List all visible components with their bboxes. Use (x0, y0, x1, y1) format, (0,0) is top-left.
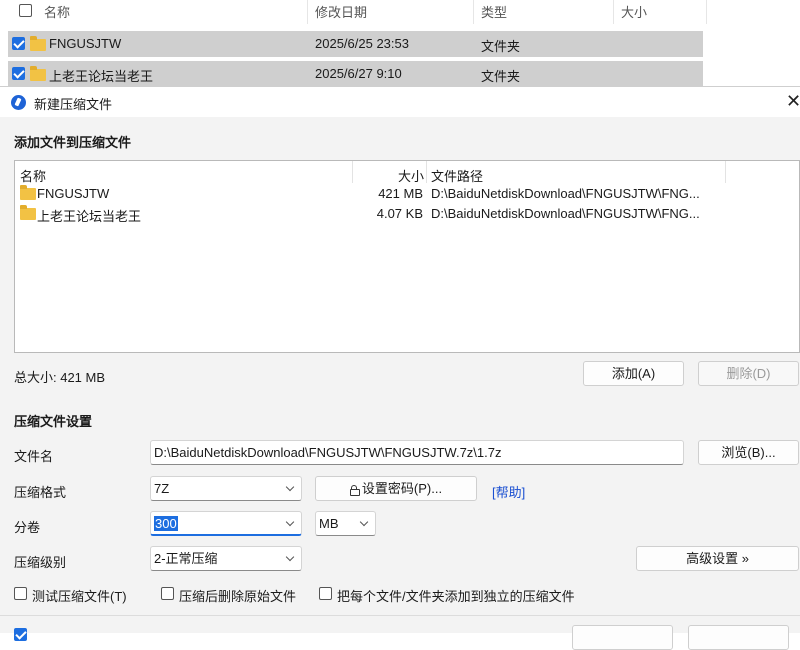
total-size-label: 总大小: 421 MB (14, 370, 106, 385)
split-size-input[interactable]: 300 (150, 511, 302, 536)
list-header-size[interactable]: 大小 (398, 166, 424, 185)
level-label: 压缩级别 (14, 555, 67, 570)
column-divider[interactable] (426, 161, 427, 183)
split-label: 分卷 (14, 520, 41, 535)
test-archive-checkbox[interactable]: 测试压缩文件(T) (14, 586, 144, 604)
explorer-row[interactable]: FNGUSJTW 2025/6/25 23:53 文件夹 (8, 31, 703, 57)
split-unit-select[interactable]: MB (315, 511, 376, 536)
list-item-size: 4.07 KB (376, 206, 423, 221)
footer-divider (0, 615, 800, 616)
select-all-checkbox[interactable] (19, 4, 32, 17)
list-header-name[interactable]: 名称 (20, 166, 46, 185)
explorer-window: 名称 修改日期 类型 大小 FNGUSJTW 2025/6/25 23:53 文… (0, 0, 800, 90)
list-item-name: FNGUSJTW (37, 186, 110, 201)
filename-field[interactable]: D:\BaiduNetdiskDownload\FNGUSJTW\FNGUSJT… (150, 440, 684, 465)
column-divider[interactable] (307, 0, 308, 24)
chevron-down-icon (359, 517, 369, 527)
row-name: 上老王论坛当老王 (49, 69, 154, 84)
explorer-column-header: 名称 修改日期 类型 大小 (0, 0, 710, 24)
archive-settings-section-title: 压缩文件设置 (14, 414, 93, 429)
row-checkbox[interactable] (12, 37, 25, 50)
column-divider[interactable] (706, 0, 707, 24)
row-checkbox[interactable] (12, 67, 25, 80)
bandizip-app-icon (11, 95, 26, 110)
separate-archives-checkbox[interactable]: 把每个文件/文件夹添加到独立的压缩文件 (319, 586, 589, 604)
set-password-button[interactable]: 设置密码(P)... (315, 476, 477, 501)
set-password-label: 设置密码(P)... (361, 481, 443, 496)
row-type: 文件夹 (481, 39, 521, 54)
column-divider[interactable] (473, 0, 474, 24)
filename-label: 文件名 (14, 449, 54, 464)
help-link[interactable]: [帮助] (492, 482, 525, 501)
chevron-down-icon (285, 517, 295, 527)
close-icon[interactable]: ✕ (786, 91, 800, 111)
level-value: 2-正常压缩 (154, 551, 218, 566)
browse-button[interactable]: 浏览(B)... (698, 440, 799, 465)
list-item-path: D:\BaiduNetdiskDownload\FNGUSJTW\FNG... (431, 186, 700, 201)
explorer-row[interactable]: 上老王论坛当老王 2025/6/27 9:10 文件夹 (8, 61, 703, 87)
column-modified[interactable]: 修改日期 (315, 2, 367, 21)
column-divider[interactable] (613, 0, 614, 24)
checkbox-box[interactable] (319, 587, 332, 600)
add-files-section-title: 添加文件到压缩文件 (14, 135, 132, 150)
lock-icon (349, 485, 360, 496)
row-name: FNGUSJTW (49, 36, 122, 51)
column-divider[interactable] (352, 161, 353, 183)
format-value: 7Z (154, 481, 170, 496)
folder-icon (20, 185, 36, 200)
list-item-name: 上老王论坛当老王 (37, 209, 142, 224)
file-list[interactable]: 名称 大小 文件路径 FNGUSJTW 421 MB D:\BaiduNetdi… (14, 160, 800, 353)
row-modified: 2025/6/27 9:10 (315, 66, 402, 81)
footer-button[interactable] (572, 625, 673, 650)
row-type: 文件夹 (481, 69, 521, 84)
list-item-path: D:\BaiduNetdiskDownload\FNGUSJTW\FNG... (431, 206, 700, 221)
split-unit-value: MB (319, 516, 339, 531)
checkbox-box[interactable] (14, 587, 27, 600)
checkbox-label: 压缩后删除原始文件 (179, 589, 297, 604)
checkbox-box[interactable] (161, 587, 174, 600)
dialog-titlebar[interactable]: 新建压缩文件 ✕ (0, 87, 800, 117)
row-modified: 2025/6/25 23:53 (315, 36, 409, 51)
folder-icon (30, 36, 46, 51)
add-button[interactable]: 添加(A) (583, 361, 684, 386)
advanced-settings-button[interactable]: 高级设置 » (636, 546, 799, 571)
footer-checkbox[interactable] (14, 628, 27, 641)
footer-button[interactable] (688, 625, 789, 650)
dialog-title: 新建压缩文件 (34, 97, 113, 112)
folder-icon (30, 66, 46, 81)
format-select[interactable]: 7Z (150, 476, 302, 501)
list-item-size: 421 MB (378, 186, 423, 201)
delete-button[interactable]: 删除(D) (698, 361, 799, 386)
level-select[interactable]: 2-正常压缩 (150, 546, 302, 571)
chevron-down-icon (285, 482, 295, 492)
split-size-value: 300 (154, 516, 178, 531)
column-divider[interactable] (725, 161, 726, 183)
delete-after-checkbox[interactable]: 压缩后删除原始文件 (161, 586, 311, 604)
checkbox-label: 测试压缩文件(T) (32, 589, 127, 604)
list-header-path[interactable]: 文件路径 (431, 166, 483, 185)
column-type[interactable]: 类型 (481, 2, 507, 21)
checkbox-label: 把每个文件/文件夹添加到独立的压缩文件 (337, 589, 575, 604)
chevron-down-icon (285, 552, 295, 562)
column-name[interactable]: 名称 (44, 2, 70, 21)
folder-icon (20, 205, 36, 220)
new-archive-dialog: 新建压缩文件 ✕ 添加文件到压缩文件 名称 大小 文件路径 FNGUSJTW 4… (0, 86, 800, 650)
format-label: 压缩格式 (14, 485, 67, 500)
column-size[interactable]: 大小 (621, 2, 647, 21)
